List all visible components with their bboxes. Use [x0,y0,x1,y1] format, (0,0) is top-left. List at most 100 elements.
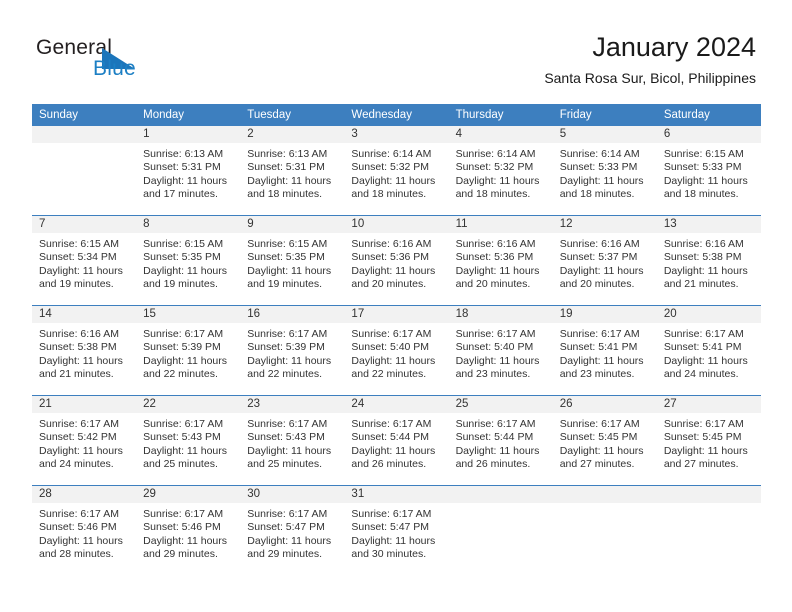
daylight-text-line1: Daylight: 11 hours [247,354,332,367]
calendar-cell: 11 Sunrise: 6:16 AM Sunset: 5:36 PM Dayligh… [448,215,553,306]
daylight-text-line2: and 19 minutes. [39,277,114,290]
calendar-day-cell[interactable]: 16 Sunrise: 6:17 AM Sunset: 5:39 PM Dayligh… [240,306,345,395]
day-number: 23 [240,396,345,413]
page-subtitle: Santa Rosa Sur, Bicol, Philippines [544,70,756,86]
calendar-day-cell[interactable]: 29 Sunrise: 6:17 AM Sunset: 5:46 PM Dayligh… [136,486,241,575]
day-details: Sunrise: 6:15 AM Sunset: 5:35 PM Daylight:… [240,233,344,291]
sunset-text: Sunset: 5:31 PM [247,161,325,174]
daylight-text-line2: and 18 minutes. [351,187,427,200]
calendar-day-cell[interactable]: 20 Sunrise: 6:17 AM Sunset: 5:41 PM Dayligh… [656,306,761,395]
sunrise-text: Sunrise: 6:17 AM [351,418,432,430]
day-number: 11 [448,216,553,233]
day-number: 29 [136,486,241,503]
sunrise-text: Sunrise: 6:16 AM [663,238,744,250]
sunset-text: Sunset: 5:38 PM [663,251,742,264]
weekday-header-monday: Monday [136,104,241,126]
calendar-day-cell[interactable]: 31 Sunrise: 6:17 AM Sunset: 5:47 PM Dayligh… [344,486,449,575]
calendar-day-cell[interactable]: 12 Sunrise: 6:16 AM Sunset: 5:37 PM Dayligh… [552,216,657,305]
calendar-day-cell[interactable]: 23 Sunrise: 6:17 AM Sunset: 5:43 PM Dayligh… [240,396,345,485]
daylight-text-line2: and 21 minutes. [39,367,114,380]
calendar-day-cell[interactable]: 26 Sunrise: 6:17 AM Sunset: 5:45 PM Dayligh… [552,396,657,485]
calendar-day-cell[interactable]: 5 Sunrise: 6:14 AM Sunset: 5:33 PM Daylight… [552,126,657,215]
daylight-text-line1: Daylight: 11 hours [247,174,332,187]
sunset-text: Sunset: 5:33 PM [663,161,742,174]
calendar-day-cell[interactable]: 4 Sunrise: 6:14 AM Sunset: 5:32 PM Daylight… [448,126,553,215]
sunset-text: Sunset: 5:40 PM [351,341,430,354]
sunrise-text: Sunrise: 6:17 AM [455,328,536,340]
day-details: Sunrise: 6:17 AM Sunset: 5:39 PM Daylight:… [136,323,240,381]
calendar-day-cell[interactable]: 22 Sunrise: 6:17 AM Sunset: 5:43 PM Dayligh… [136,396,241,485]
calendar-day-cell[interactable]: 15 Sunrise: 6:17 AM Sunset: 5:39 PM Dayligh… [136,306,241,395]
calendar-day-cell[interactable]: 8 Sunrise: 6:15 AM Sunset: 5:35 PM Daylight… [136,216,241,305]
day-number [448,486,553,503]
calendar-cell: 10 Sunrise: 6:16 AM Sunset: 5:36 PM Dayligh… [344,215,449,306]
sunset-text: Sunset: 5:36 PM [351,251,430,264]
day-details: Sunrise: 6:17 AM Sunset: 5:47 PM Daylight:… [344,503,448,561]
day-number: 19 [552,306,657,323]
calendar-day-cell[interactable]: 6 Sunrise: 6:15 AM Sunset: 5:33 PM Daylight… [656,126,761,215]
calendar-day-cell[interactable]: 1 Sunrise: 6:13 AM Sunset: 5:31 PM Daylight… [136,126,241,215]
day-number: 17 [344,306,449,323]
calendar-day-cell[interactable]: 18 Sunrise: 6:17 AM Sunset: 5:40 PM Dayligh… [448,306,553,395]
daylight-text-line1: Daylight: 11 hours [351,444,436,457]
calendar-cell: 2 Sunrise: 6:13 AM Sunset: 5:31 PM Daylight… [240,126,345,216]
sunset-text: Sunset: 5:44 PM [351,431,430,444]
daylight-text-line2: and 23 minutes. [559,367,635,380]
day-details: Sunrise: 6:16 AM Sunset: 5:37 PM Daylight:… [553,233,657,291]
daylight-text-line2: and 18 minutes. [455,187,531,200]
sunrise-text: Sunrise: 6:17 AM [247,328,328,340]
sunrise-text: Sunrise: 6:17 AM [455,418,536,430]
calendar-day-cell[interactable]: 28 Sunrise: 6:17 AM Sunset: 5:46 PM Dayligh… [32,486,137,575]
calendar-cell: 1 Sunrise: 6:13 AM Sunset: 5:31 PM Daylight… [136,126,241,216]
sunset-text: Sunset: 5:35 PM [247,251,325,264]
calendar-day-cell[interactable]: 24 Sunrise: 6:17 AM Sunset: 5:44 PM Dayligh… [344,396,449,485]
daylight-text-line2: and 24 minutes. [663,367,739,380]
day-number: 13 [656,216,761,233]
day-details: Sunrise: 6:14 AM Sunset: 5:33 PM Daylight:… [553,143,657,201]
calendar-day-cell[interactable]: 13 Sunrise: 6:16 AM Sunset: 5:38 PM Dayligh… [656,216,761,305]
calendar-page: General Blue January 2024 Santa Rosa Sur… [0,0,792,612]
daylight-text-line2: and 18 minutes. [559,187,635,200]
day-number: 16 [240,306,345,323]
calendar-day-cell[interactable]: 9 Sunrise: 6:15 AM Sunset: 5:35 PM Daylight… [240,216,345,305]
calendar-cell [448,485,553,575]
calendar-day-cell[interactable]: 25 Sunrise: 6:17 AM Sunset: 5:44 PM Dayligh… [448,396,553,485]
day-details: Sunrise: 6:17 AM Sunset: 5:41 PM Daylight:… [553,323,657,381]
calendar-day-cell[interactable]: 27 Sunrise: 6:17 AM Sunset: 5:45 PM Dayligh… [656,396,761,485]
sunrise-text: Sunrise: 6:16 AM [559,238,640,250]
calendar-day-cell[interactable]: 7 Sunrise: 6:15 AM Sunset: 5:34 PM Daylight… [32,216,137,305]
daylight-text-line2: and 27 minutes. [559,457,635,470]
calendar-cell: 4 Sunrise: 6:14 AM Sunset: 5:32 PM Daylight… [448,126,553,216]
daylight-text-line2: and 20 minutes. [351,277,427,290]
calendar-day-cell[interactable]: 30 Sunrise: 6:17 AM Sunset: 5:47 PM Dayligh… [240,486,345,575]
day-number: 22 [136,396,241,413]
weekday-header-wednesday: Wednesday [344,104,449,126]
daylight-text-line1: Daylight: 11 hours [39,534,123,547]
day-details: Sunrise: 6:13 AM Sunset: 5:31 PM Daylight:… [136,143,240,201]
daylight-text-line2: and 26 minutes. [351,457,427,470]
daylight-text-line2: and 24 minutes. [39,457,114,470]
calendar-day-cell[interactable]: 14 Sunrise: 6:16 AM Sunset: 5:38 PM Dayligh… [32,306,137,395]
sunset-text: Sunset: 5:44 PM [455,431,534,444]
day-number: 8 [136,216,241,233]
calendar-day-cell-empty [656,486,761,575]
brand-logo[interactable]: General Blue [36,36,216,86]
daylight-text-line1: Daylight: 11 hours [559,264,644,277]
calendar-day-cell-empty [552,486,657,575]
calendar-day-cell[interactable]: 10 Sunrise: 6:16 AM Sunset: 5:36 PM Dayligh… [344,216,449,305]
sunset-text: Sunset: 5:39 PM [143,341,221,354]
calendar-day-cell[interactable]: 21 Sunrise: 6:17 AM Sunset: 5:42 PM Dayligh… [32,396,137,485]
calendar-day-cell[interactable]: 17 Sunrise: 6:17 AM Sunset: 5:40 PM Dayligh… [344,306,449,395]
page-title: January 2024 [592,32,756,62]
day-number [32,126,137,143]
calendar-day-cell[interactable]: 19 Sunrise: 6:17 AM Sunset: 5:41 PM Dayligh… [552,306,657,395]
calendar-day-cell[interactable]: 11 Sunrise: 6:16 AM Sunset: 5:36 PM Dayligh… [448,216,553,305]
daylight-text-line1: Daylight: 11 hours [247,264,332,277]
calendar-day-cell-empty [32,126,137,215]
day-number: 10 [344,216,449,233]
calendar-day-cell[interactable]: 2 Sunrise: 6:13 AM Sunset: 5:31 PM Daylight… [240,126,345,215]
daylight-text-line2: and 22 minutes. [143,367,218,380]
daylight-text-line1: Daylight: 11 hours [455,354,540,367]
calendar-day-cell[interactable]: 3 Sunrise: 6:14 AM Sunset: 5:32 PM Daylight… [344,126,449,215]
calendar-cell: 8 Sunrise: 6:15 AM Sunset: 5:35 PM Daylight… [136,215,241,306]
